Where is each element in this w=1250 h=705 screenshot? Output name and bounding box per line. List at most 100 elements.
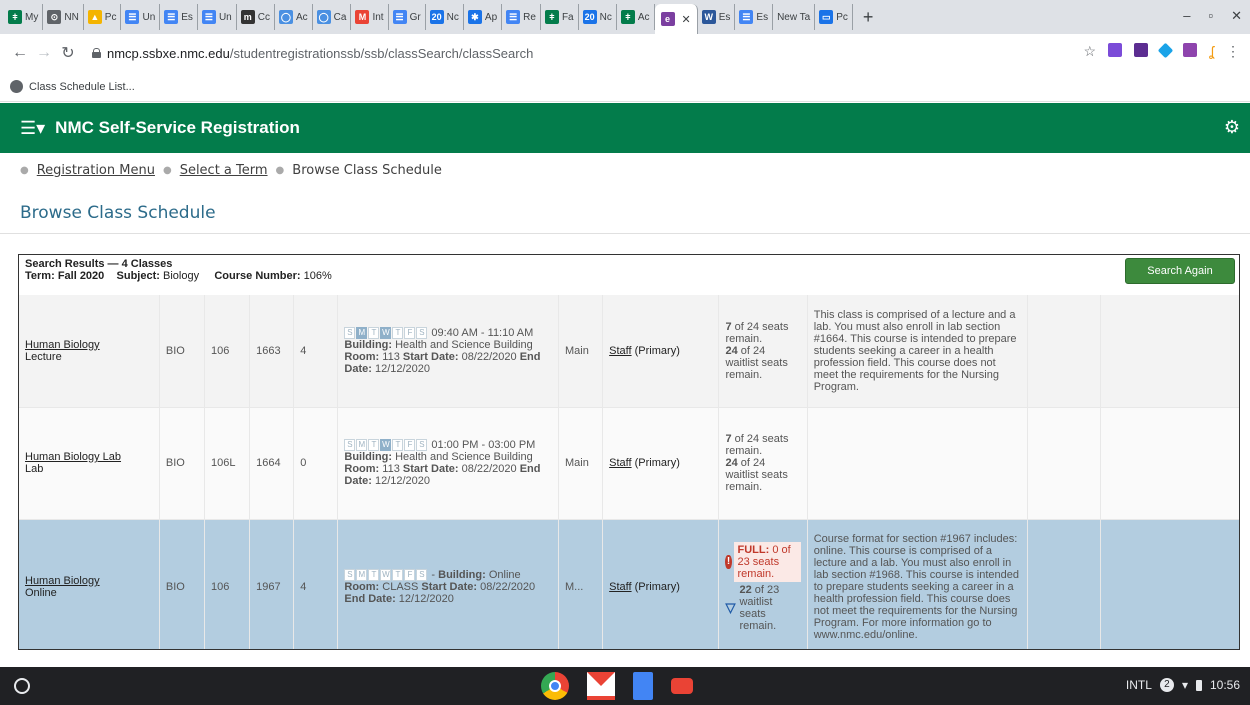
breadcrumb-current: Browse Class Schedule <box>292 163 442 178</box>
course-number-cell: 106 <box>204 295 251 408</box>
address-bar: ← → ↻ nmcp.ssbxe.nmc.edu/studentregistra… <box>0 34 1250 72</box>
tab-favicon-icon: ☰ <box>392 10 407 24</box>
extension-icon[interactable] <box>1108 43 1123 57</box>
browser-tab[interactable]: ǂ Ac <box>617 4 655 30</box>
pdf-extension-icon[interactable] <box>1134 43 1149 57</box>
reload-icon[interactable]: ↻ <box>56 43 80 63</box>
browser-tab[interactable]: W Es <box>698 4 736 30</box>
course-title-link[interactable]: Human Biology <box>25 339 100 351</box>
new-tab-icon[interactable]: + <box>853 7 884 28</box>
table-row[interactable]: Human Biology Lecture BIO 106 1663 4 S M T W T F S 09… <box>19 295 1239 408</box>
tab-label: New Ta <box>777 11 811 23</box>
browser-tab[interactable]: ◯ Ca <box>313 4 352 30</box>
browser-tab[interactable]: 20 Nc <box>579 4 617 30</box>
browser-tab[interactable]: ǂ My <box>4 4 44 30</box>
tab-favicon-icon: ǂ <box>8 10 22 24</box>
tab-favicon-icon: m <box>240 10 255 24</box>
browser-tab[interactable]: ǂ Fa <box>541 4 579 30</box>
seats-remaining: 7 of 24 seats remain. <box>725 320 789 345</box>
notes-cell: Course format for section #1967 includes… <box>807 519 1029 649</box>
tab-label: Re <box>523 11 536 23</box>
day-indicator: W <box>380 569 392 582</box>
course-title-link[interactable]: Human Biology <box>25 575 100 587</box>
day-indicator: S <box>416 439 428 452</box>
back-icon[interactable]: ← <box>8 44 32 62</box>
instructor-link[interactable]: Staff <box>609 457 631 469</box>
table-row[interactable]: Human Biology Lab Lab BIO 106L 1664 0 S M T W T F S 0… <box>19 407 1239 520</box>
minimize-icon[interactable]: – <box>1183 8 1190 24</box>
browser-tab[interactable]: ☰ Re <box>502 4 541 30</box>
tab-favicon-icon: M <box>355 10 370 24</box>
browser-tab[interactable]: ✱ Ap <box>464 4 503 30</box>
campus-cell: M... <box>558 519 604 649</box>
browser-tab[interactable]: 20 Nc <box>426 4 464 30</box>
menu-icon[interactable]: ⋮ <box>1226 43 1240 59</box>
docs-icon[interactable] <box>633 672 653 700</box>
course-title-link[interactable]: Human Biology Lab <box>25 451 121 463</box>
instructor-link[interactable]: Staff <box>609 345 631 357</box>
results-table: Human Biology Lecture BIO 106 1663 4 S M T W T F S 09… <box>19 295 1239 649</box>
forward-icon[interactable]: → <box>32 44 56 62</box>
browser-tab[interactable]: ◯ Ac <box>275 4 313 30</box>
browser-tab[interactable]: ⊙ NN <box>43 4 84 30</box>
table-row[interactable]: Human Biology Online BIO 106 1967 4 S M T W T F S - B… <box>19 519 1239 649</box>
extension-icon[interactable]: ʆ <box>1209 43 1214 59</box>
attribute-cell <box>1027 295 1101 408</box>
star-icon[interactable]: ☆ <box>1084 43 1097 59</box>
browser-tab[interactable]: ☰ Un <box>121 4 161 30</box>
waitlist-seats: 24 of 24 waitlist seats remain. <box>725 457 788 493</box>
tab-close-icon[interactable]: ✕ <box>682 13 691 26</box>
day-indicator: S <box>344 439 356 452</box>
breadcrumb-registration-menu[interactable]: Registration Menu <box>37 163 155 178</box>
url-path: /studentregistrationssb/ssb/classSearch/… <box>229 45 534 61</box>
tab-label: Un <box>218 11 232 23</box>
day-indicator: F <box>404 569 416 582</box>
extension-icon[interactable] <box>1183 43 1198 57</box>
tab-label: Pc <box>104 11 117 23</box>
crn-cell: 1664 <box>249 407 295 520</box>
extension-icon[interactable] <box>1157 42 1174 58</box>
crn-cell: 1967 <box>249 519 295 649</box>
hours-cell: 4 <box>293 295 339 408</box>
chrome-icon[interactable] <box>541 672 569 700</box>
browser-tab[interactable]: New Ta <box>773 4 816 30</box>
tab-favicon-icon: 20 <box>582 10 597 24</box>
browser-tab[interactable]: m Cc <box>237 4 275 30</box>
tab-favicon-icon: ◯ <box>316 10 331 24</box>
tab-favicon-icon: ☰ <box>164 10 179 24</box>
browser-tab[interactable]: ▲ Pc <box>84 4 122 30</box>
hamburger-menu-icon[interactable]: ☰▾ <box>20 118 45 139</box>
instructor-cell: Staff (Primary) <box>602 519 720 649</box>
browser-tab[interactable]: M Int <box>351 4 389 30</box>
meeting-times-cell: S M T W T F S 09:40 AM - 11:10 AM Building: Hea… <box>337 295 560 408</box>
url-field[interactable]: nmcp.ssbxe.nmc.edu/studentregistrationss… <box>92 46 533 61</box>
search-results-panel: Search Results — 4 Classes Term: Fall 20… <box>18 254 1240 650</box>
browser-tab[interactable]: ☰ Un <box>198 4 237 30</box>
instructor-link[interactable]: Staff <box>609 581 631 593</box>
system-shelf: INTL 2 ▾ 10:56 <box>0 667 1250 705</box>
day-indicator: T <box>392 326 404 339</box>
search-again-button[interactable]: Search Again <box>1125 258 1235 284</box>
tab-label: Int <box>372 11 384 23</box>
gmail-icon[interactable] <box>587 672 615 700</box>
subject-cell: BIO <box>159 295 206 408</box>
close-icon[interactable]: ✕ <box>1231 8 1242 24</box>
system-tray[interactable]: INTL 2 ▾ 10:56 <box>1126 678 1240 692</box>
status-cell: 7 of 24 seats remain. 24 of 24 waitlist s… <box>718 407 808 520</box>
tab-label: Cc <box>257 11 270 23</box>
youtube-icon[interactable] <box>671 678 693 694</box>
breadcrumb-select-term[interactable]: Select a Term <box>180 163 268 178</box>
launcher-icon[interactable] <box>14 678 30 694</box>
gear-icon[interactable]: ⚙ <box>1224 117 1240 138</box>
course-number-cell: 106 <box>204 519 251 649</box>
browser-tab[interactable]: ☰ Es <box>735 4 774 30</box>
restore-icon[interactable]: ▫ <box>1208 8 1213 24</box>
browser-tab[interactable]: ☰ Es <box>160 4 198 30</box>
bookmark-item[interactable]: Class Schedule List... <box>29 81 135 93</box>
tab-label: Gr <box>409 11 421 23</box>
attribute-cell <box>1027 519 1101 649</box>
tab-label: Ap <box>484 11 498 23</box>
active-browser-tab[interactable]: e ✕ <box>654 4 698 34</box>
browser-tab[interactable]: ☰ Gr <box>389 4 426 30</box>
browser-tab[interactable]: ▭ Pc <box>815 4 853 30</box>
